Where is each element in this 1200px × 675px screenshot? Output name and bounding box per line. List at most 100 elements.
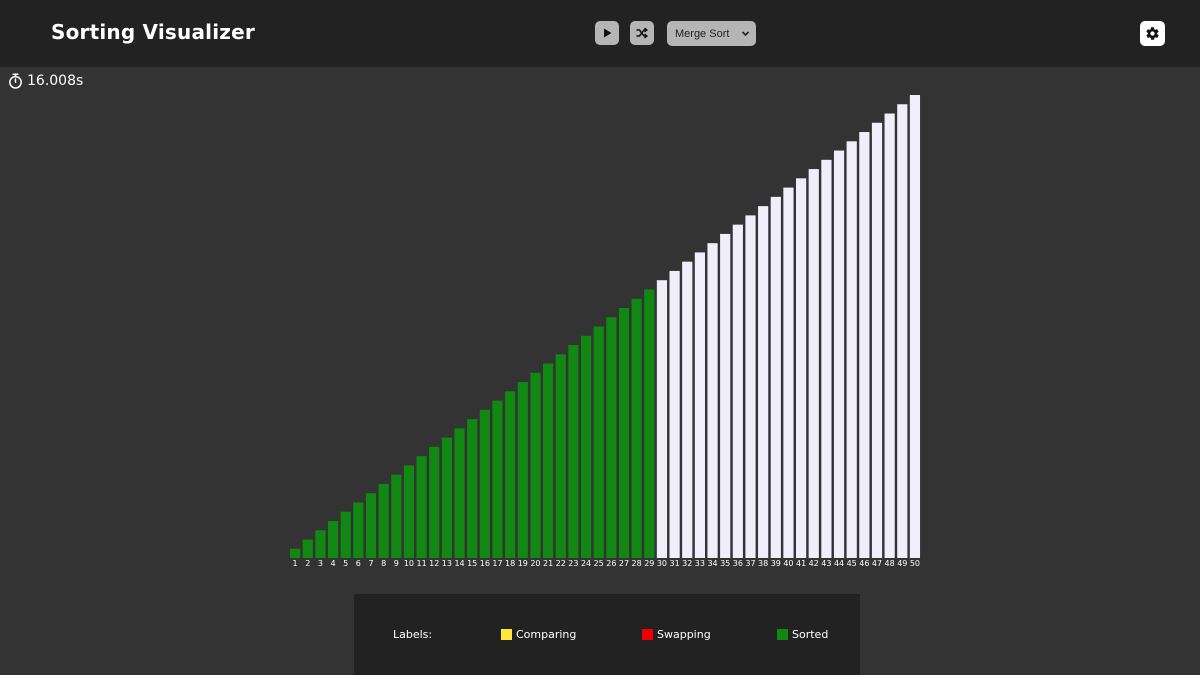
legend-label-sorted: Sorted: [792, 628, 829, 641]
bar-label: 15: [467, 559, 477, 568]
bar: [707, 243, 718, 558]
bar: [897, 104, 908, 558]
legend-item-comparing: Comparing: [501, 628, 576, 641]
bar-label: 26: [606, 559, 616, 568]
bar: [441, 437, 452, 558]
bar-label: 2: [305, 559, 310, 568]
bar: [467, 419, 478, 558]
bar-label: 21: [543, 559, 553, 568]
bar: [479, 409, 490, 558]
bar: [656, 280, 668, 558]
bar-label: 27: [619, 559, 629, 568]
bar: [732, 224, 743, 558]
bar: [340, 511, 351, 558]
bar: [505, 391, 516, 558]
bar: [530, 372, 541, 558]
bar-label: 8: [381, 559, 386, 568]
bar: [682, 261, 693, 558]
bar-label: 22: [556, 559, 566, 568]
bar: [821, 159, 832, 558]
bar-label: 49: [897, 559, 907, 568]
bar-label: 19: [518, 559, 528, 568]
bar: [694, 252, 705, 559]
bar-label: 40: [783, 559, 793, 568]
bar: [796, 178, 807, 558]
bar: [327, 520, 339, 558]
bar-label: 39: [771, 559, 781, 568]
bar-label: 48: [885, 559, 895, 568]
bar-label: 35: [720, 559, 730, 568]
bar: [416, 456, 427, 558]
bar-label: 29: [644, 559, 654, 568]
bar: [568, 345, 579, 558]
bar-chart: 1 2 3 4 5 6 7 8 9 10 11 12 13 14 15 16 17 18 19 20 21 22 23 24 2…: [290, 95, 921, 568]
bar: [378, 483, 389, 558]
bar: [618, 307, 630, 558]
bar: [391, 474, 402, 558]
bar-label: 41: [796, 559, 806, 568]
legend-swatch-swapping: [642, 629, 653, 640]
bar-label: 44: [834, 559, 844, 568]
bar-label: 3: [318, 559, 323, 568]
bar-label: 30: [657, 559, 667, 568]
bar-label: 33: [695, 559, 705, 568]
bar-label: 7: [368, 559, 373, 568]
bar-label: 37: [745, 559, 755, 568]
legend-swatch-comparing: [501, 629, 512, 640]
bar-label: 17: [492, 559, 502, 568]
legend-title: Labels:: [393, 628, 433, 641]
bar: [884, 113, 895, 559]
bar-label: 32: [682, 559, 692, 568]
bar-label: 23: [568, 559, 578, 568]
bar: [846, 141, 857, 559]
bar-label: 11: [417, 559, 427, 568]
bar-label: 10: [404, 559, 414, 568]
bar: [909, 95, 921, 558]
bar-label: 36: [733, 559, 743, 568]
bar-label: 43: [821, 559, 831, 568]
bar: [302, 539, 313, 558]
bar: [517, 382, 528, 558]
bar-label: 5: [343, 559, 348, 568]
bar-label: 24: [581, 559, 591, 568]
bar-label: 12: [429, 559, 439, 568]
legend-swatch-sorted: [777, 629, 788, 640]
bar: [290, 548, 301, 558]
bar-label: 46: [859, 559, 869, 568]
bar: [543, 363, 554, 558]
bar: [783, 187, 794, 558]
bar-label: 9: [394, 559, 399, 568]
bar: [770, 196, 781, 559]
bar-label: 31: [670, 559, 680, 568]
bar-label: 25: [594, 559, 604, 568]
bar-label: 20: [530, 559, 540, 568]
bar: [429, 446, 440, 558]
bar: [871, 122, 883, 558]
bar: [644, 289, 655, 558]
bar: [315, 530, 326, 558]
legend-label-comparing: Comparing: [516, 628, 577, 641]
bar: [808, 169, 819, 558]
bar-label: 34: [707, 559, 717, 568]
bar: [758, 206, 769, 558]
legend-panel: Labels: Comparing Swapping Sorted: [354, 594, 860, 675]
bar-label: 16: [480, 559, 490, 568]
legend-item-sorted: Sorted: [777, 628, 828, 641]
bar: [833, 150, 845, 558]
bar-label: 45: [847, 559, 857, 568]
bar: [353, 502, 364, 558]
bar: [365, 493, 377, 558]
bar-label: 28: [632, 559, 642, 568]
bar-label: 38: [758, 559, 768, 568]
bar-label: 6: [356, 559, 361, 568]
bar-label: 50: [910, 559, 920, 568]
bar: [631, 298, 642, 558]
bar: [454, 428, 465, 558]
bar: [580, 335, 592, 558]
bar-label: 1: [293, 559, 298, 568]
bar: [593, 326, 604, 558]
bar: [859, 132, 870, 559]
bar-label: 14: [454, 559, 464, 568]
bar: [606, 317, 617, 558]
bar: [669, 270, 680, 558]
